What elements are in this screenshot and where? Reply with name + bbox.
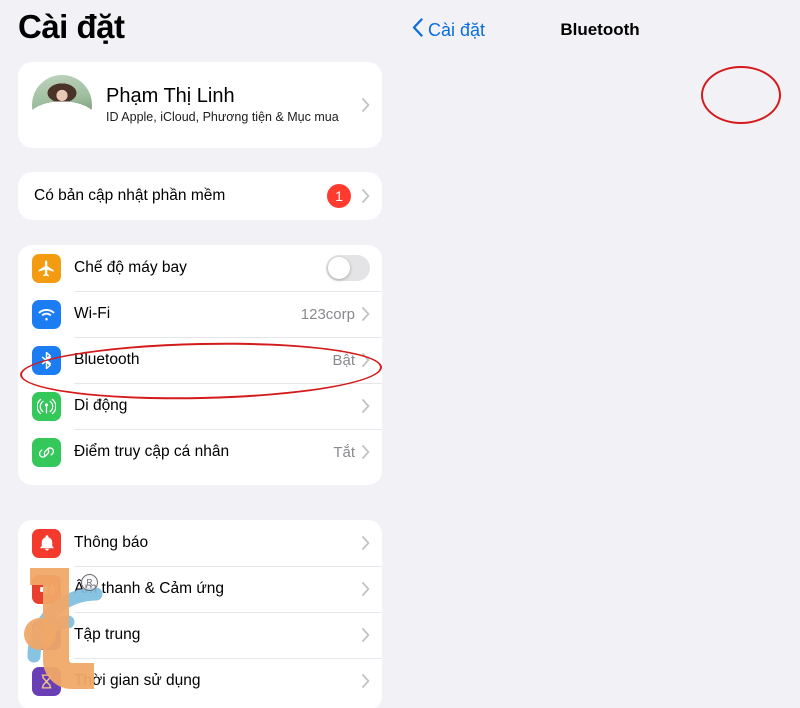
software-update-card[interactable]: Có bản cập nhật phần mềm 1: [18, 172, 382, 220]
software-update-label: Có bản cập nhật phần mềm: [34, 187, 226, 204]
chevron-right-icon: [362, 445, 370, 459]
apple-id-profile-card[interactable]: Phạm Thị Linh ID Apple, iCloud, Phương t…: [18, 62, 382, 148]
sidebar-item-wifi[interactable]: Wi-Fi 123corp: [18, 291, 382, 337]
profile-subtitle: ID Apple, iCloud, Phương tiện & Mục mua: [106, 110, 339, 124]
page-title: Cài đặt: [18, 8, 125, 45]
sidebar-item-label: Wi-Fi: [74, 305, 111, 322]
registered-trademark-mark: R: [81, 574, 98, 591]
connectivity-settings-card: Chế độ máy bay Wi-Fi 123corp Bluetooth B…: [18, 245, 382, 485]
sidebar-item-sounds-haptics[interactable]: Âm thanh & Cảm ứng: [18, 566, 382, 612]
chevron-right-icon: [362, 536, 370, 550]
sidebar-item-bluetooth[interactable]: Bluetooth Bật: [18, 337, 382, 383]
sidebar-item-personal-hotspot[interactable]: Điểm truy cập cá nhân Tắt: [18, 429, 382, 475]
sidebar-item-screen-time[interactable]: Thời gian sử dụng: [18, 658, 382, 704]
cellular-antenna-icon: [32, 391, 61, 421]
sidebar-item-label: Điểm truy cập cá nhân: [74, 443, 230, 460]
sidebar-item-airplane-mode[interactable]: Chế độ máy bay: [18, 245, 382, 291]
avatar: [32, 75, 92, 135]
chevron-right-icon: [362, 399, 370, 413]
chevron-right-icon: [362, 353, 370, 367]
chevron-right-icon: [362, 628, 370, 642]
chevron-right-icon: [362, 674, 370, 688]
screenshot-root: Cài đặt Phạm Thị Linh ID Apple, iCloud, …: [0, 0, 800, 708]
chevron-right-icon: [362, 98, 370, 112]
sidebar-item-label: Bluetooth: [74, 351, 140, 368]
hotspot-link-icon: [32, 437, 61, 467]
notifications-settings-card: Thông báo Âm thanh & Cảm ứng Tập trung T…: [18, 520, 382, 708]
page-title: Bluetooth: [560, 20, 640, 39]
bluetooth-detail-panel: Cài đặt Bluetooth Bluetooth Có thể tìm t…: [400, 0, 800, 708]
chevron-right-icon: [362, 307, 370, 321]
hotspot-state-value: Tắt: [333, 443, 355, 461]
moon-icon: [32, 620, 61, 650]
sidebar-item-notifications[interactable]: Thông báo: [18, 520, 382, 566]
sidebar-item-cellular[interactable]: Di động: [18, 383, 382, 429]
profile-name: Phạm Thị Linh: [106, 85, 235, 107]
hourglass-icon: [32, 666, 61, 696]
sidebar-item-label: Di động: [74, 397, 128, 414]
settings-list-panel: Cài đặt Phạm Thị Linh ID Apple, iCloud, …: [0, 0, 400, 708]
airplane-mode-toggle[interactable]: [326, 255, 370, 281]
airplane-icon: [32, 253, 61, 283]
wifi-network-value: 123corp: [300, 305, 355, 323]
chevron-right-icon: [362, 189, 370, 203]
sidebar-item-label: Thời gian sử dụng: [74, 672, 201, 689]
chevron-right-icon: [362, 582, 370, 596]
sidebar-item-label: Chế độ máy bay: [74, 259, 187, 276]
bluetooth-icon: [32, 345, 61, 375]
bell-icon: [32, 528, 61, 558]
bluetooth-state-value: Bật: [332, 351, 355, 369]
sidebar-item-label: Âm thanh & Cảm ứng: [74, 580, 224, 597]
sidebar-item-label: Thông báo: [74, 534, 149, 551]
speaker-icon: [32, 574, 61, 604]
sidebar-item-label: Tập trung: [74, 626, 141, 643]
wifi-icon: [32, 299, 61, 329]
status-badge: 1: [327, 184, 351, 208]
sidebar-item-focus[interactable]: Tập trung: [18, 612, 382, 658]
